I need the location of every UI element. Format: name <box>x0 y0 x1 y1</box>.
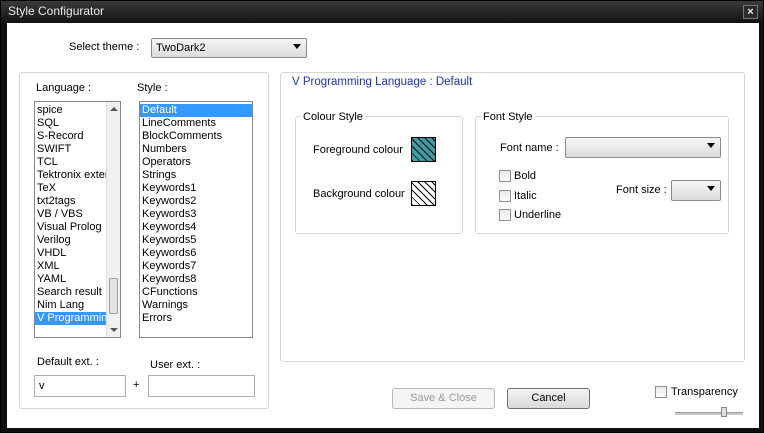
language-item[interactable]: S-Record <box>35 130 107 143</box>
style-item[interactable]: Warnings <box>140 299 252 312</box>
language-item[interactable]: VB / VBS <box>35 208 107 221</box>
transparency-checkbox[interactable] <box>655 386 667 398</box>
user-ext-label: User ext. : <box>150 359 201 371</box>
background-colour-swatch[interactable] <box>411 181 436 206</box>
default-ext-field: v <box>34 375 126 397</box>
chevron-down-icon <box>707 143 715 148</box>
language-item[interactable]: Visual Prolog <box>35 221 107 234</box>
panel-heading: V Programming Language : Default <box>292 76 473 88</box>
default-ext-label: Default ext. : <box>37 356 99 368</box>
language-item[interactable]: spice <box>35 104 107 117</box>
font-size-label: Font size : <box>616 184 667 196</box>
style-item[interactable]: Keywords3 <box>140 208 252 221</box>
default-ext-value: v <box>39 380 45 392</box>
bold-label: Bold <box>514 170 537 182</box>
transparency-label: Transparency <box>671 386 738 398</box>
style-item[interactable]: Errors <box>140 312 252 325</box>
language-item[interactable]: Nim Lang <box>35 299 107 312</box>
style-item[interactable]: LineComments <box>140 117 252 130</box>
language-item[interactable]: V Programming Language <box>35 312 107 325</box>
save-close-button[interactable]: Save & Close <box>392 388 495 409</box>
style-item[interactable]: Numbers <box>140 143 252 156</box>
theme-select[interactable]: TwoDark2 <box>151 38 307 58</box>
dialog-body: Select theme : TwoDark2 Language : Style… <box>7 23 759 428</box>
language-item[interactable]: XML <box>35 260 107 273</box>
select-theme-label: Select theme : <box>69 41 140 53</box>
background-colour-label: Background colour <box>313 188 405 200</box>
language-item[interactable]: TCL <box>35 156 107 169</box>
style-item[interactable]: Keywords1 <box>140 182 252 195</box>
language-item[interactable]: YAML <box>35 273 107 286</box>
transparency-slider-track[interactable] <box>675 412 743 415</box>
user-ext-field[interactable] <box>148 375 255 397</box>
chevron-down-icon <box>707 186 715 191</box>
style-item[interactable]: Keywords7 <box>140 260 252 273</box>
close-icon: × <box>747 6 754 18</box>
foreground-colour-swatch[interactable] <box>411 137 436 162</box>
style-item[interactable]: Keywords8 <box>140 273 252 286</box>
style-label: Style : <box>137 82 168 94</box>
language-list[interactable]: spice SQL S-Record SWIFT TCL Tektronix e… <box>34 101 121 338</box>
style-configurator-window: Style Configurator × Select theme : TwoD… <box>0 0 764 433</box>
colour-style-group <box>295 116 463 234</box>
style-item[interactable]: Strings <box>140 169 252 182</box>
language-item[interactable]: Tektronix extended HEX <box>35 169 107 182</box>
close-button[interactable]: × <box>743 5 758 19</box>
theme-select-value: TwoDark2 <box>156 42 206 54</box>
language-list-items: spice SQL S-Record SWIFT TCL Tektronix e… <box>35 104 107 325</box>
language-item[interactable]: SQL <box>35 117 107 130</box>
style-item[interactable]: BlockComments <box>140 130 252 143</box>
style-item[interactable]: Keywords4 <box>140 221 252 234</box>
language-item[interactable]: TeX <box>35 182 107 195</box>
style-item[interactable]: Operators <box>140 156 252 169</box>
font-name-label: Font name : <box>500 142 559 154</box>
font-size-select[interactable] <box>671 180 721 201</box>
italic-label: Italic <box>514 190 537 202</box>
language-item[interactable]: Verilog <box>35 234 107 247</box>
window-title: Style Configurator <box>8 4 105 18</box>
style-list-items: Default LineComments BlockComments Numbe… <box>140 104 252 325</box>
font-name-select[interactable] <box>565 137 721 158</box>
style-item[interactable]: Keywords6 <box>140 247 252 260</box>
bold-checkbox[interactable] <box>499 170 511 182</box>
language-item[interactable]: txt2tags <box>35 195 107 208</box>
style-list[interactable]: Default LineComments BlockComments Numbe… <box>139 101 253 338</box>
language-item[interactable]: VHDL <box>35 247 107 260</box>
style-item[interactable]: Keywords2 <box>140 195 252 208</box>
cancel-button[interactable]: Cancel <box>507 388 590 409</box>
font-style-title: Font Style <box>481 111 535 123</box>
colour-style-title: Colour Style <box>301 111 365 123</box>
scrollbar-thumb[interactable] <box>109 278 118 314</box>
underline-label: Underline <box>514 209 562 221</box>
italic-checkbox[interactable] <box>499 190 511 202</box>
language-label: Language : <box>36 82 92 94</box>
language-list-scrollbar[interactable] <box>106 102 120 337</box>
plus-sign: + <box>133 379 140 391</box>
style-item[interactable]: CFunctions <box>140 286 252 299</box>
underline-checkbox[interactable] <box>499 209 511 221</box>
style-item[interactable]: Default <box>140 104 252 117</box>
language-item[interactable]: Search result <box>35 286 107 299</box>
title-bar[interactable]: Style Configurator × <box>1 1 763 22</box>
language-item[interactable]: SWIFT <box>35 143 107 156</box>
style-item[interactable]: Keywords5 <box>140 234 252 247</box>
scroll-up-icon[interactable] <box>110 107 118 111</box>
transparency-slider-thumb[interactable] <box>721 407 727 417</box>
scroll-down-icon[interactable] <box>110 328 118 332</box>
foreground-colour-label: Foreground colour <box>313 144 403 156</box>
chevron-down-icon <box>293 44 301 49</box>
